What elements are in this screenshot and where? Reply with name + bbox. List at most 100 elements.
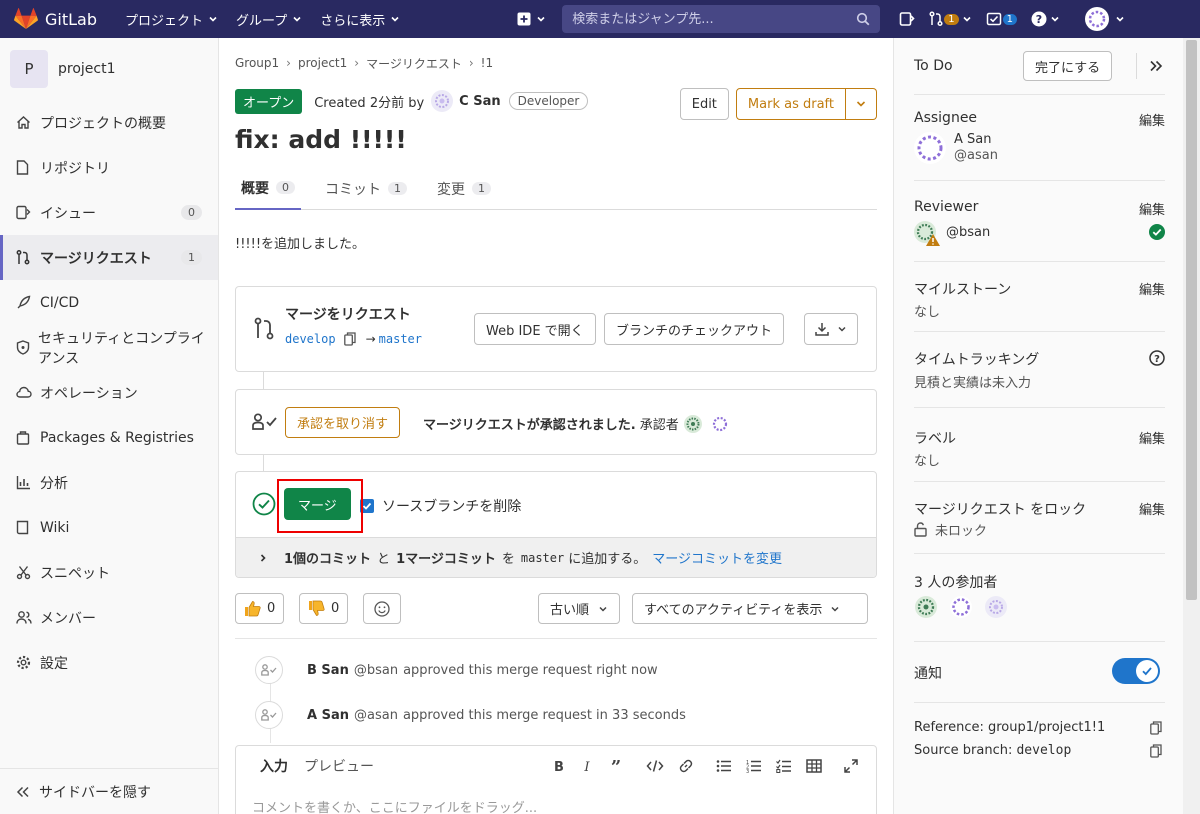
approver-avatar-asan[interactable] <box>710 414 729 433</box>
add-reaction-button[interactable] <box>363 593 401 624</box>
scrollbar-thumb[interactable] <box>1186 40 1197 600</box>
tab-changes[interactable]: 変更 1 <box>431 167 497 210</box>
project-header[interactable]: P project1 <box>0 38 218 100</box>
target-branch-link[interactable]: master <box>379 332 422 346</box>
reviewer-avatar[interactable] <box>914 221 942 247</box>
todo-section: To Do 完了にする <box>914 51 1165 88</box>
breadcrumb-project[interactable]: project1 <box>298 56 347 70</box>
modify-merge-commit-link[interactable]: マージコミットを変更 <box>652 548 782 567</box>
activity-user-handle[interactable]: @bsan <box>354 663 398 678</box>
sidebar-item-operations[interactable]: オペレーション <box>0 370 218 415</box>
bullet-list-icon[interactable] <box>716 759 732 773</box>
copy-reference-icon[interactable] <box>1150 721 1162 735</box>
merge-details-expander[interactable]: 1個のコミット と 1マージコミット を master に追加する。 マージコミ… <box>236 537 876 577</box>
participant-avatar-bsan[interactable] <box>915 596 937 618</box>
chevron-down-icon <box>1116 16 1124 22</box>
milestone-edit-link[interactable]: 編集 <box>1139 279 1165 298</box>
scrollbar[interactable] <box>1183 38 1200 814</box>
thumbs-down-button[interactable]: 0 <box>299 593 349 624</box>
open-webide-button[interactable]: Web IDE で開く <box>474 313 596 345</box>
tab-overview[interactable]: 概要 0 <box>235 167 301 210</box>
help-nav-button[interactable]: ? <box>1031 11 1060 27</box>
task-list-icon[interactable] <box>776 759 792 773</box>
sidebar-item-wiki[interactable]: Wiki <box>0 505 218 550</box>
sidebar-item-repository[interactable]: リポジトリ <box>0 145 218 190</box>
help-icon[interactable]: ? <box>1149 350 1165 366</box>
bold-icon[interactable]: B <box>552 759 566 773</box>
expand-sidebar-icon[interactable] <box>1149 60 1163 72</box>
collapse-sidebar-button[interactable]: サイドバーを隠す <box>0 768 218 814</box>
menu-more[interactable]: さらに表示 <box>311 0 409 38</box>
table-icon[interactable] <box>806 759 822 773</box>
approver-avatar-bsan[interactable] <box>683 414 702 433</box>
breadcrumb-group[interactable]: Group1 <box>235 56 279 70</box>
assignee-name[interactable]: A San <box>954 132 991 147</box>
divider <box>914 94 1165 95</box>
sort-dropdown[interactable]: 古い順 <box>538 593 621 624</box>
sidebar-item-issues[interactable]: イシュー 0 <box>0 190 218 235</box>
activity-user-name[interactable]: B San <box>307 663 349 678</box>
participant-avatar-asan[interactable] <box>950 596 972 618</box>
new-dropdown-button[interactable] <box>517 12 546 26</box>
merge-requests-nav-button[interactable]: 1 <box>929 11 971 27</box>
issues-nav-button[interactable] <box>899 11 915 27</box>
assignee-handle[interactable]: @asan <box>954 148 998 163</box>
plus-square-icon <box>517 12 531 26</box>
sidebar-item-merge-requests[interactable]: マージリクエスト 1 <box>0 235 218 280</box>
quote-icon[interactable]: ” <box>608 759 624 773</box>
sidebar-item-security[interactable]: セキュリティとコンプライアンス <box>0 325 218 370</box>
tab-write[interactable]: 入力 <box>260 756 288 776</box>
search-input[interactable] <box>572 11 843 27</box>
fullscreen-icon[interactable] <box>844 759 858 773</box>
lock-edit-link[interactable]: 編集 <box>1139 499 1165 518</box>
thumbs-up-icon <box>245 601 261 617</box>
participant-avatar-csan[interactable] <box>985 596 1007 618</box>
mark-done-button[interactable]: 完了にする <box>1023 51 1113 81</box>
italic-icon[interactable]: I <box>580 759 594 773</box>
link-icon[interactable] <box>678 758 694 774</box>
download-dropdown-button[interactable] <box>804 313 858 345</box>
copy-icon[interactable] <box>343 332 356 346</box>
menu-projects[interactable]: プロジェクト <box>116 0 227 38</box>
todos-nav-button[interactable]: 1 <box>986 11 1018 27</box>
menu-groups[interactable]: グループ <box>227 0 311 38</box>
thumbs-up-button[interactable]: 0 <box>235 593 285 624</box>
tab-commits[interactable]: コミット 1 <box>319 167 413 210</box>
lock-label: マージリクエスト をロック <box>914 502 1087 518</box>
gitlab-logo[interactable]: GitLab <box>14 8 116 30</box>
assignee-avatar[interactable] <box>914 132 946 164</box>
breadcrumb-mr[interactable]: !1 <box>481 56 493 70</box>
notifications-toggle[interactable] <box>1112 658 1160 684</box>
sidebar-item-snippets[interactable]: スニペット <box>0 550 218 595</box>
reviewer-handle[interactable]: @bsan <box>946 225 990 240</box>
copy-branch-icon[interactable] <box>1150 744 1162 758</box>
numbered-list-icon[interactable]: 123 <box>746 759 762 773</box>
sidebar-item-packages[interactable]: Packages & Registries <box>0 415 218 460</box>
sidebar-item-settings[interactable]: 設定 <box>0 640 218 685</box>
assignee-edit-link[interactable]: 編集 <box>1139 110 1165 129</box>
draft-dropdown-button[interactable] <box>846 88 877 120</box>
checkout-branch-button[interactable]: ブランチのチェックアウト <box>604 313 785 345</box>
sidebar-item-cicd[interactable]: CI/CD <box>0 280 218 325</box>
revoke-approval-button[interactable]: 承認を取り消す <box>285 407 401 438</box>
activity-user-name[interactable]: A San <box>307 708 349 723</box>
activity-user-handle[interactable]: @asan <box>354 708 398 723</box>
delete-source-option[interactable]: ソースブランチを削除 <box>360 496 521 516</box>
sidebar-item-overview[interactable]: プロジェクトの概要 <box>0 100 218 145</box>
search-box[interactable] <box>562 5 881 33</box>
source-branch-link[interactable]: develop <box>285 332 336 346</box>
reviewer-edit-link[interactable]: 編集 <box>1139 199 1165 218</box>
mark-as-draft-button[interactable]: Mark as draft <box>735 88 846 120</box>
tab-preview[interactable]: プレビュー <box>304 756 374 776</box>
user-menu-button[interactable] <box>1085 7 1125 31</box>
code-icon[interactable] <box>646 759 664 773</box>
labels-edit-link[interactable]: 編集 <box>1139 428 1165 447</box>
edit-button[interactable]: Edit <box>679 88 729 120</box>
author-name[interactable]: C San <box>459 94 500 109</box>
sidebar-item-members[interactable]: メンバー <box>0 595 218 640</box>
author-avatar[interactable] <box>431 90 454 112</box>
sidebar-item-analytics[interactable]: 分析 <box>0 460 218 505</box>
breadcrumb-mrs[interactable]: マージリクエスト <box>366 55 462 72</box>
activity-filter-dropdown[interactable]: すべてのアクティビティを表示 <box>632 593 868 624</box>
comment-placeholder[interactable]: コメントを書くか、ここにファイルをドラッグ... <box>252 797 537 814</box>
